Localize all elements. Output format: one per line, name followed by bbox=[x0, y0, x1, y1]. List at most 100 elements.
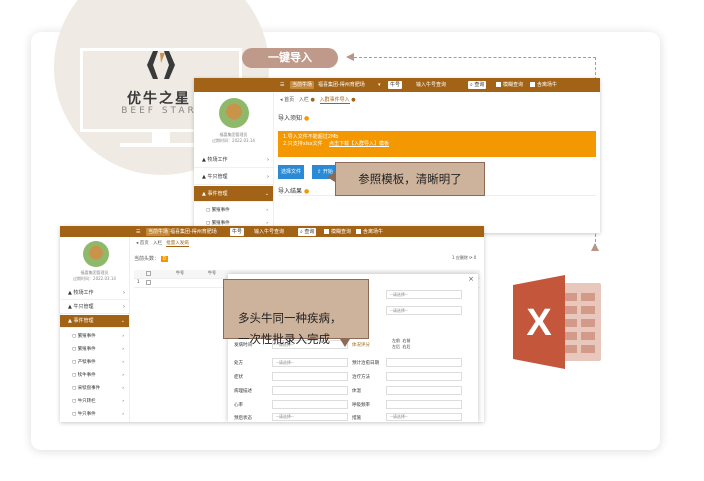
submenu-item[interactable]: ▢ 采犊盘事件 › bbox=[60, 383, 129, 395]
arrow-up-icon bbox=[591, 243, 599, 251]
sidebar: 福喜集团管理员 过期时间：2022.03.14 ▲ 牧场工作 › ▲ 牛只管理 › … bbox=[194, 92, 274, 233]
field-label: 预后状态 bbox=[234, 416, 252, 421]
chevron-right-icon: › bbox=[267, 174, 269, 180]
tab-batch-disease[interactable]: 批量入发病 bbox=[166, 241, 189, 247]
sidebar: 福喜集团管理员 过期时间：2022.03.14 ▲ 牧场工作 › ▲ 牛只管理 › … bbox=[60, 237, 130, 422]
row-checkbox[interactable] bbox=[146, 280, 151, 285]
field-label: 预计治愈日期 bbox=[352, 361, 379, 366]
field-label: 心率 bbox=[234, 403, 243, 408]
fuzzy-checkbox[interactable]: 模糊查询 bbox=[324, 228, 351, 236]
field-label: 病理描述 bbox=[234, 389, 252, 394]
temperature-field[interactable] bbox=[386, 386, 462, 395]
prognosis-select[interactable]: --请选择-- bbox=[272, 413, 348, 421]
menu-events[interactable]: ▲ 事件管理 ⌄ bbox=[60, 315, 129, 328]
field-label: 症状 bbox=[234, 375, 243, 380]
farm-tag: 当前牛场 bbox=[290, 81, 315, 89]
chevron-right-icon: › bbox=[267, 157, 269, 163]
avatar bbox=[219, 98, 249, 128]
tab-home[interactable]: 首页 bbox=[284, 97, 294, 103]
info-icon: ● bbox=[303, 115, 310, 122]
submenu-item[interactable]: ▢ 犊牛事件 › bbox=[60, 370, 129, 382]
field-label: 体况评分 bbox=[352, 343, 370, 348]
toolbar-right: 1 应删除 ⟳ 0 bbox=[452, 255, 477, 260]
search-input[interactable]: 输入牛号查询 bbox=[416, 81, 446, 89]
search-type-select[interactable]: 牛号 bbox=[230, 228, 245, 236]
arrow-left-icon bbox=[346, 53, 354, 61]
panel-title: 导入须知 ● bbox=[278, 115, 310, 122]
delete-action[interactable]: 1 应删除 bbox=[452, 255, 468, 260]
search-input[interactable]: 输入牛号查询 bbox=[254, 228, 284, 236]
tab-import[interactable]: 入群事件导入 bbox=[319, 97, 350, 104]
farm-tag: 当前牛场 bbox=[146, 228, 171, 236]
treatment-field[interactable] bbox=[386, 372, 462, 381]
callout-template-pointer bbox=[327, 172, 335, 182]
select-field[interactable]: --请选择-- bbox=[386, 290, 462, 299]
callout-batch: 多头牛同一种疾病， 一次性批录入完成 bbox=[223, 279, 369, 346]
menu-farm-work[interactable]: ▲ 牧场工作 › bbox=[60, 287, 129, 300]
fuzzy-checkbox[interactable]: 模糊查询 bbox=[496, 81, 523, 89]
tab-intake[interactable]: 入栏 bbox=[299, 97, 309, 103]
search-button[interactable]: ⌕ 查询 bbox=[468, 81, 487, 89]
current-count: 当前头数： 0 bbox=[134, 256, 168, 262]
include-out-checkbox[interactable]: 含离场牛 bbox=[356, 228, 383, 236]
expire-date: 过期时间：2022.03.14 bbox=[73, 276, 116, 281]
one-click-import-badge: 一键导入 bbox=[242, 48, 338, 68]
result-title: 导入结果 ● bbox=[278, 188, 310, 195]
field-label: 体温 bbox=[352, 389, 361, 394]
field-label: 治疗方法 bbox=[352, 375, 370, 380]
search-button[interactable]: ⌕ 查询 bbox=[298, 228, 317, 236]
callout-template: 参照模板，清晰明了 bbox=[335, 162, 485, 196]
callout-batch-pointer bbox=[340, 339, 350, 347]
search-type-select[interactable]: 牛号 bbox=[388, 81, 403, 89]
select-all-checkbox[interactable] bbox=[146, 271, 151, 276]
excel-icon: X bbox=[513, 275, 601, 369]
prescription-select[interactable]: --请选择-- bbox=[272, 358, 348, 367]
top-bar: ☰ 当前牛场 福喜集团-得州育肥场 ▾ 牛号 输入牛号查询 ⌕ 查询 模糊查询 … bbox=[194, 78, 600, 92]
choose-file-button[interactable]: 选择文件 bbox=[278, 165, 304, 179]
submenu-item[interactable]: ▢ 繁殖事件 › bbox=[194, 205, 273, 217]
menu-cattle[interactable]: ▲ 牛只管理 › bbox=[60, 301, 129, 314]
import-notice: 1.导入文件不能超过2Mb 2.只支持xlsx文件 点击下载【入群导入】模板 bbox=[278, 131, 596, 157]
heart-rate-field[interactable] bbox=[272, 400, 348, 409]
farm-select[interactable]: 福喜集团-得州育肥场 bbox=[318, 81, 365, 89]
close-icon[interactable]: × bbox=[468, 275, 474, 283]
field-label: 措施 bbox=[352, 416, 361, 421]
respiration-field[interactable] bbox=[386, 400, 462, 409]
measure-select[interactable]: --请选择-- bbox=[386, 413, 462, 421]
field-label: 处方 bbox=[234, 361, 243, 366]
submenu-item[interactable]: ▢ 繁殖事件 › bbox=[60, 331, 129, 343]
tab-intake[interactable]: 入栏 bbox=[153, 241, 162, 246]
submenu-item[interactable]: ▢ 牛只转栏 › bbox=[60, 396, 129, 408]
avatar bbox=[83, 241, 109, 267]
tab-bar: ◂ 首页 入栏 ● 入群事件导入 ● bbox=[280, 97, 356, 104]
excel-letter: X bbox=[526, 302, 552, 344]
import-screen: ☰ 当前牛场 福喜集团-得州育肥场 ▾ 牛号 输入牛号查询 ⌕ 查询 模糊查询 … bbox=[194, 78, 600, 233]
field-label: 呼吸频率 bbox=[352, 403, 370, 408]
submenu-item[interactable]: ▢ 繁殖事件 › bbox=[60, 344, 129, 356]
farm-chevron-icon[interactable]: ▾ bbox=[378, 81, 381, 89]
expire-date: 过期时间：2022.03.14 bbox=[212, 138, 255, 143]
menu-toggle-icon[interactable]: ☰ bbox=[280, 81, 284, 89]
menu-events[interactable]: ▲ 事件管理 ⌄ bbox=[194, 186, 273, 202]
brand-logo-icon bbox=[147, 51, 175, 79]
tab-home[interactable]: 首页 bbox=[140, 241, 149, 246]
include-out-checkbox[interactable]: 含离场牛 bbox=[530, 81, 557, 89]
submenu-item[interactable]: ▢ 产犊事件 › bbox=[60, 357, 129, 369]
submenu-item[interactable]: ▢ 牛只事件 › bbox=[60, 409, 129, 421]
symptom-field[interactable] bbox=[272, 372, 348, 381]
menu-toggle-icon[interactable]: ☰ bbox=[136, 228, 140, 236]
pathology-field[interactable] bbox=[272, 386, 348, 395]
chevron-down-icon: ⌄ bbox=[264, 191, 269, 197]
menu-farm-work[interactable]: ▲ 牧场工作 › bbox=[194, 152, 273, 168]
refresh-icon[interactable]: ⟳ bbox=[469, 255, 472, 260]
tab-bar: ◂ 首页 入栏 批量入发病 bbox=[136, 240, 189, 247]
select-field[interactable]: --请选择-- bbox=[386, 306, 462, 315]
template-download-link[interactable]: 点击下载【入群导入】模板 bbox=[329, 141, 389, 147]
udder-labels: 左前 右前 左后 右后 bbox=[392, 338, 411, 349]
menu-cattle[interactable]: ▲ 牛只管理 › bbox=[194, 169, 273, 185]
count-badge: 0 bbox=[160, 256, 168, 262]
farm-select[interactable]: 福喜集团-得州育肥场 bbox=[170, 228, 217, 236]
flow-dash-top bbox=[354, 57, 596, 58]
top-bar: ☰ 当前牛场 福喜集团-得州育肥场 牛号 输入牛号查询 ⌕ 查询 模糊查询 含离… bbox=[60, 226, 484, 237]
cure-date-field[interactable] bbox=[386, 358, 462, 367]
